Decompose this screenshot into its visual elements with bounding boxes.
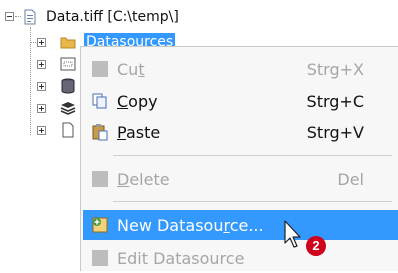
menu-item-copy[interactable]: Copy Strg+C [83,86,398,116]
collapse-toggle-root[interactable] [5,12,14,21]
layers-icon [60,102,76,115]
tree-connector [15,16,21,18]
mouse-pointer-icon [284,220,301,248]
menu-item-label: Cut [117,59,145,79]
page-icon [62,122,74,138]
menu-item-label: Delete [117,169,170,189]
menu-item-paste[interactable]: Paste Strg+V [83,117,398,147]
database-icon [61,78,75,94]
menu-item-shortcut: Del [337,169,364,189]
menu-item-edit-datasource[interactable]: Edit Datasource [83,243,398,273]
scissors-icon [92,61,108,77]
tree-connector [31,42,36,44]
menu-item-delete[interactable]: Delete Del [83,164,398,194]
dialog-icon [60,57,76,71]
menu-item-cut[interactable]: Cut Strg+X [83,54,398,84]
paste-icon [92,124,108,141]
file-icon [24,9,36,25]
menu-item-label: New Datasource... [117,215,264,235]
expand-toggle-datasources[interactable] [37,38,46,47]
expand-toggle-item-2[interactable] [37,60,46,69]
folder-icon [60,37,76,49]
edit-datasource-icon [92,250,108,266]
expand-toggle-item-4[interactable] [37,104,46,113]
expand-toggle-item-5[interactable] [37,126,46,135]
context-menu: Cut Strg+X Copy Strg+C Paste Strg+V Dele… [80,46,398,271]
expand-toggle-item-3[interactable] [37,82,46,91]
menu-separator [113,201,392,202]
copy-icon [92,93,107,109]
menu-item-new-datasource[interactable]: New Datasource... [83,210,398,240]
annotation-badge: 2 [306,236,326,256]
menu-item-label: Paste [117,122,161,142]
tree-root-label[interactable]: Data.tiff [C:\temp\] [46,8,179,26]
menu-separator [113,155,392,156]
menu-item-shortcut: Strg+C [306,91,364,111]
menu-item-shortcut: Strg+V [306,122,364,142]
delete-icon [92,171,108,187]
menu-item-shortcut: Strg+X [306,59,364,79]
menu-item-label: Copy [117,91,158,111]
menu-item-label: Edit Datasource [117,248,245,268]
new-datasource-icon [92,217,108,233]
